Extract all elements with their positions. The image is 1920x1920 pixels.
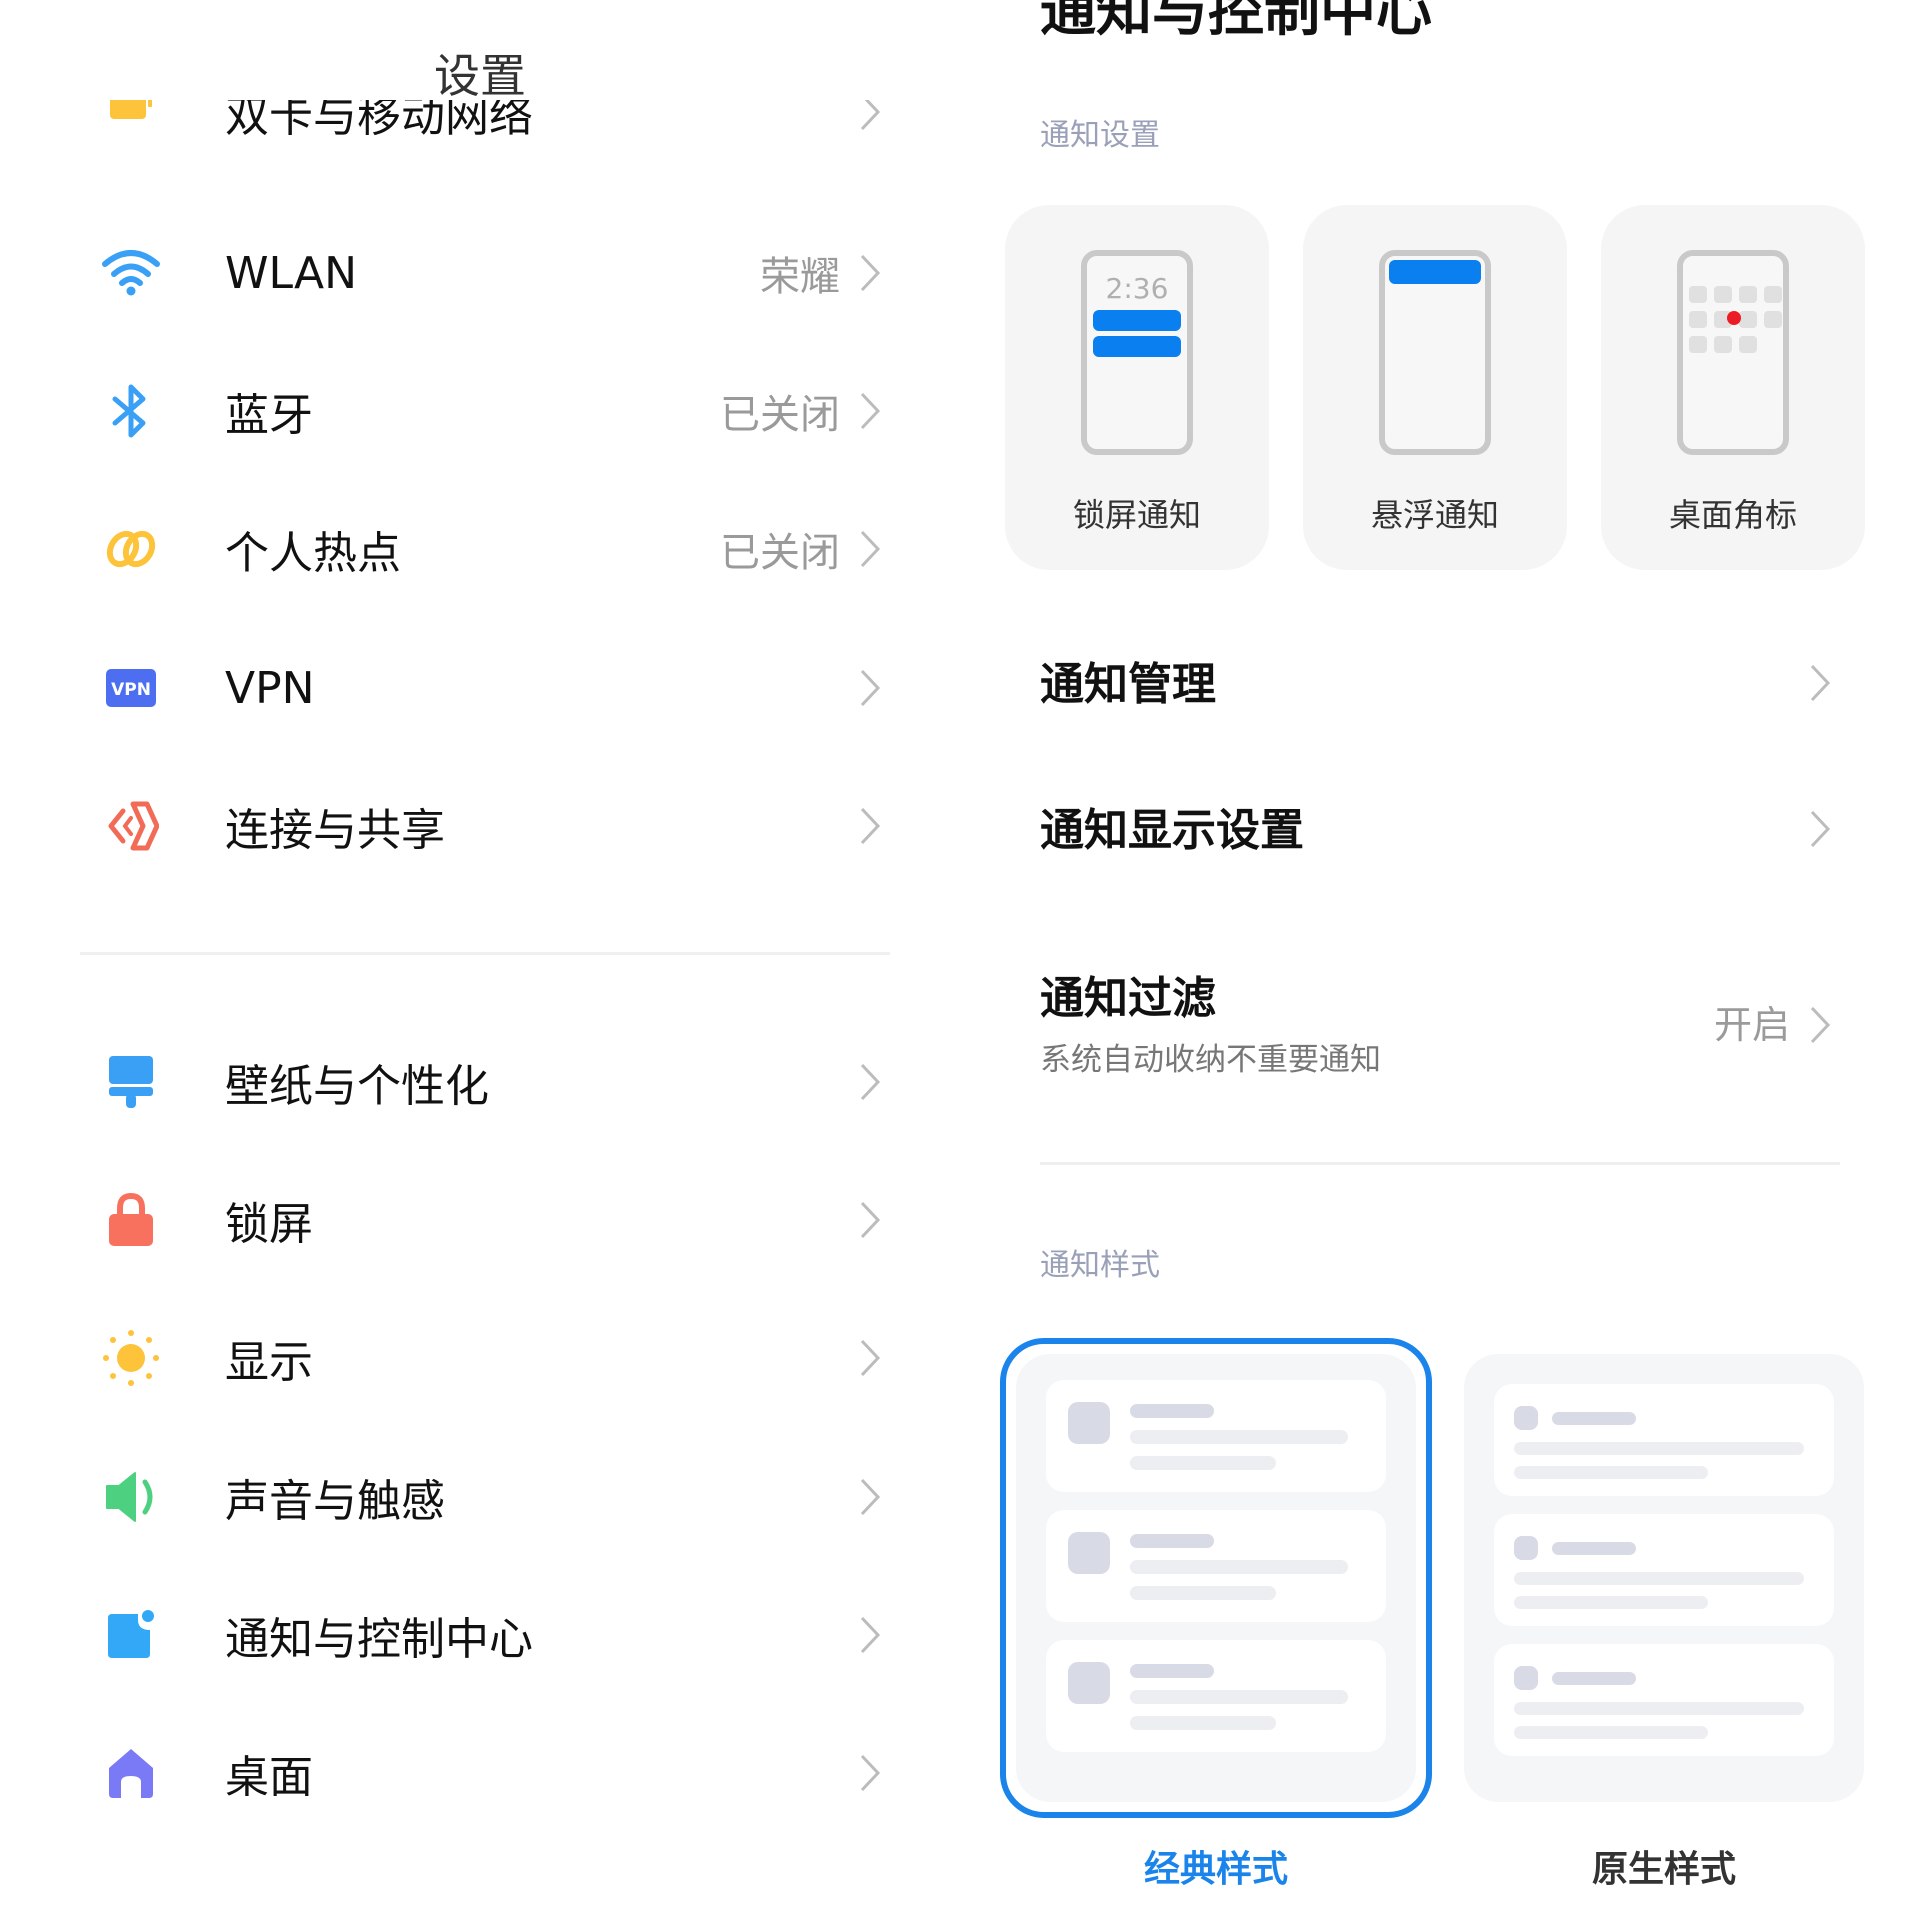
- preview-notification: [1046, 1640, 1386, 1752]
- card-label: 悬浮通知: [1370, 496, 1499, 534]
- lock-icon: [96, 1185, 166, 1255]
- settings-item-label: 蓝牙: [225, 390, 313, 441]
- chevron-right-icon: [850, 243, 890, 303]
- chevron-right-icon: [850, 1605, 890, 1665]
- settings-item-notification-control[interactable]: 通知与控制中心: [80, 1575, 890, 1695]
- settings-item-wallpaper[interactable]: 壁纸与个性化: [80, 1022, 890, 1142]
- lockscreen-preview-icon: 2:36: [1081, 250, 1193, 455]
- page-title: 通知与控制中心: [1040, 0, 1432, 44]
- style-label: 经典样式: [1143, 1849, 1288, 1890]
- settings-item-label: 锁屏: [225, 1199, 313, 1250]
- preview-notification: [1046, 1380, 1386, 1492]
- badge-dot-icon: [1727, 311, 1741, 325]
- settings-item-label: 通知与控制中心: [225, 1614, 533, 1665]
- preview-notification: [1494, 1644, 1834, 1756]
- settings-item-connection-share[interactable]: 连接与共享: [80, 766, 890, 886]
- settings-item-hotspot[interactable]: 个人热点 已关闭: [80, 489, 890, 609]
- chevron-right-icon: [850, 100, 890, 142]
- settings-item-lockscreen[interactable]: 锁屏: [80, 1160, 890, 1280]
- brush-icon: [96, 1047, 166, 1117]
- chevron-right-icon: [850, 1052, 890, 1112]
- notification-display-settings-item[interactable]: 通知显示设置: [1040, 794, 1840, 864]
- classic-style-option[interactable]: 经典样式: [1000, 1338, 1432, 1892]
- preview-notification: [1494, 1384, 1834, 1496]
- preview-notification: [1046, 1510, 1386, 1622]
- vpn-icon-text: VPN: [111, 680, 151, 700]
- card-label: 锁屏通知: [1072, 496, 1201, 534]
- vpn-icon: VPN: [96, 653, 166, 723]
- item-label: 通知显示设置: [1040, 805, 1304, 856]
- settings-item-label: 个人热点: [225, 528, 401, 579]
- settings-item-wlan[interactable]: WLAN 荣耀: [80, 213, 890, 333]
- section-divider: [1040, 1162, 1840, 1165]
- settings-item-label: 双卡与移动网络: [225, 100, 533, 142]
- settings-item-sound[interactable]: 声音与触感: [80, 1437, 890, 1557]
- hotspot-icon: [96, 514, 166, 584]
- settings-item-label: 声音与触感: [225, 1476, 445, 1527]
- notification-icon: [96, 1600, 166, 1670]
- settings-item-label: 桌面: [225, 1752, 313, 1803]
- settings-item-label: 壁纸与个性化: [225, 1061, 489, 1112]
- item-value: 开启: [1713, 1003, 1790, 1047]
- settings-item-label: 连接与共享: [225, 805, 445, 856]
- settings-item-vpn[interactable]: VPN VPN: [80, 628, 890, 748]
- chevron-right-icon: [850, 1190, 890, 1250]
- settings-item-dual-sim[interactable]: 双卡与移动网络: [80, 100, 890, 180]
- section-header-notification-settings: 通知设置: [1040, 118, 1160, 153]
- bluetooth-icon: [96, 376, 166, 446]
- page-title: 设置: [434, 49, 526, 103]
- native-style-preview: [1448, 1338, 1880, 1818]
- preview-notification-bar: [1093, 310, 1181, 331]
- chevron-right-icon: [1800, 799, 1840, 859]
- settings-item-bluetooth[interactable]: 蓝牙 已关闭: [80, 351, 890, 471]
- section-header-notification-style: 通知样式: [1040, 1248, 1160, 1283]
- sim-card-icon: [96, 100, 166, 147]
- speaker-icon: [96, 1462, 166, 1532]
- connection-share-icon: [96, 791, 166, 861]
- settings-item-home-screen[interactable]: 桌面: [80, 1713, 890, 1833]
- preview-notification-bar: [1389, 260, 1481, 284]
- settings-panel: 设置 双卡与移动网络 WLAN 荣耀 蓝牙 已关闭 个人热点 已关闭 VPN V…: [0, 0, 960, 1920]
- classic-style-preview: [1000, 1338, 1432, 1818]
- notification-type-cards: 2:36 锁屏通知 悬浮通知 桌面角标: [1005, 205, 1865, 570]
- notification-style-options: 经典样式 原生样式: [1000, 1338, 1864, 1898]
- floating-preview-icon: [1379, 250, 1491, 455]
- preview-notification: [1494, 1514, 1834, 1626]
- chevron-right-icon: [850, 1743, 890, 1803]
- item-label: 通知管理: [1040, 659, 1216, 710]
- chevron-right-icon: [850, 796, 890, 856]
- sun-icon: [96, 1323, 166, 1393]
- home-icon: [96, 1738, 166, 1808]
- settings-item-label: VPN: [225, 662, 315, 714]
- notification-control-panel: 通知与控制中心 通知设置 2:36 锁屏通知 悬浮通知 桌面角标 通知管理 通知…: [960, 0, 1920, 1920]
- chevron-right-icon: [850, 519, 890, 579]
- card-label: 桌面角标: [1668, 496, 1797, 534]
- section-divider: [80, 952, 890, 955]
- lockscreen-notification-card[interactable]: 2:36 锁屏通知: [1005, 205, 1269, 570]
- settings-item-value: 荣耀: [760, 254, 840, 300]
- chevron-right-icon: [850, 1328, 890, 1388]
- preview-time: 2:36: [1105, 272, 1169, 305]
- chevron-right-icon: [850, 381, 890, 441]
- settings-item-label: 显示: [225, 1337, 313, 1388]
- settings-item-label: WLAN: [225, 247, 358, 299]
- wifi-icon: [96, 238, 166, 308]
- badge-notification-card[interactable]: 桌面角标: [1601, 205, 1865, 570]
- chevron-right-icon: [850, 658, 890, 718]
- preview-notification-bar: [1093, 336, 1181, 357]
- style-label: 原生样式: [1591, 1849, 1736, 1890]
- native-style-option[interactable]: 原生样式: [1448, 1338, 1880, 1892]
- badge-preview-icon: [1677, 250, 1789, 455]
- notification-filter-item[interactable]: 通知过滤 系统自动收纳不重要通知 开启: [1040, 962, 1840, 1082]
- settings-item-value: 已关闭: [720, 530, 840, 576]
- chevron-right-icon: [1800, 653, 1840, 713]
- chevron-right-icon: [850, 1467, 890, 1527]
- settings-item-value: 已关闭: [720, 392, 840, 438]
- chevron-right-icon: [1800, 995, 1840, 1055]
- settings-item-display[interactable]: 显示: [80, 1298, 890, 1418]
- notification-management-item[interactable]: 通知管理: [1040, 648, 1840, 718]
- floating-notification-card[interactable]: 悬浮通知: [1303, 205, 1567, 570]
